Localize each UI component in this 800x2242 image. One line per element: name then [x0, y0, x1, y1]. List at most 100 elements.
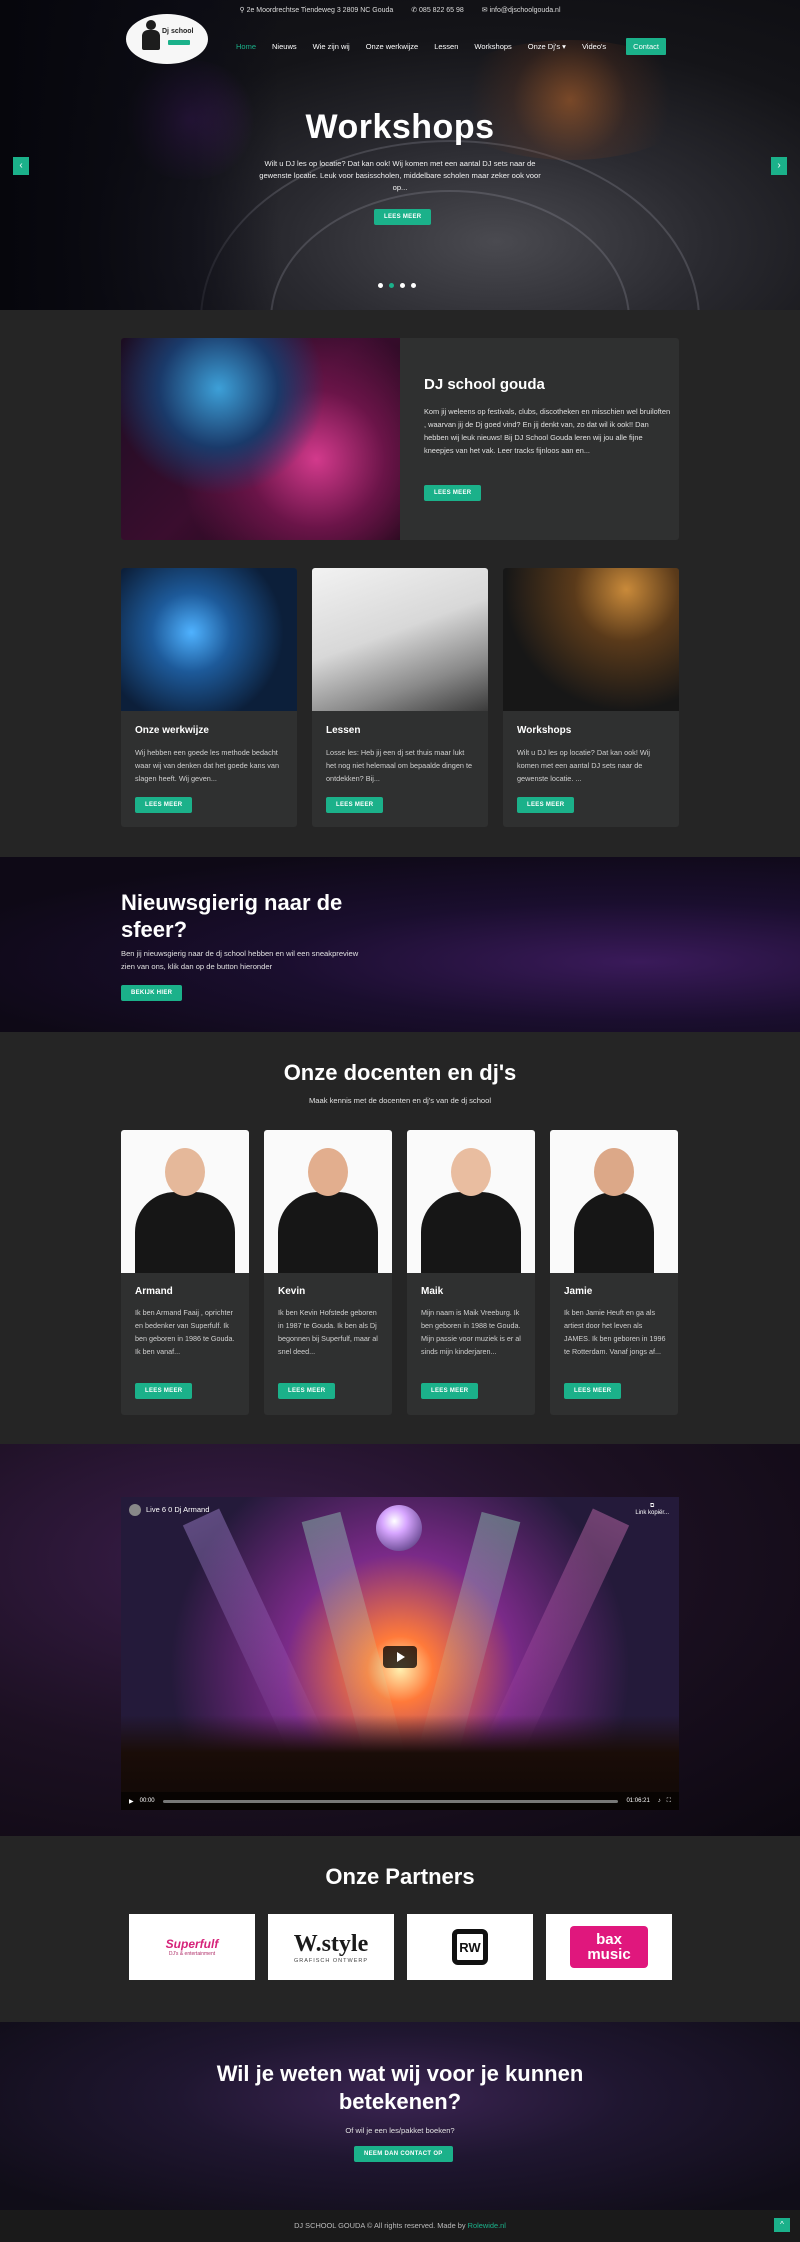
- disco-ball-image: [376, 1505, 422, 1551]
- card-workshops: Workshops Wilt u DJ les op locatie? Dat …: [503, 568, 679, 827]
- teacher-card-armand: Armand Ik ben Armand Faaij , oprichter e…: [121, 1130, 249, 1415]
- video-player[interactable]: Live 6 0 Dj Armand ⧉ Link kopiër... ▶ 00:…: [121, 1497, 679, 1810]
- nav-nieuws[interactable]: Nieuws: [272, 42, 297, 51]
- video-section: Live 6 0 Dj Armand ⧉ Link kopiër... ▶ 00:…: [0, 1444, 800, 1836]
- address: ⚲ 2e Moordrechtse Tiendeweg 3 2809 NC Go…: [239, 7, 394, 14]
- nav-home[interactable]: Home: [236, 42, 256, 51]
- nav-lessen[interactable]: Lessen: [434, 42, 458, 51]
- curious-section: Nieuwsgierig naar de sfeer? Ben jij nieu…: [0, 857, 800, 1032]
- cta-text: Of wil je een les/pakket boeken?: [345, 2126, 455, 2135]
- teacher-name: Kevin: [278, 1286, 306, 1297]
- channel-avatar: [129, 1504, 141, 1516]
- time-total: 01:06:21: [626, 1798, 650, 1804]
- nav-onze-djs[interactable]: Onze Dj's ▾: [528, 42, 566, 51]
- card-title: Lessen: [326, 725, 361, 736]
- partner-wstyle-logo[interactable]: W.style GRAFISCH ONTWERP: [268, 1914, 394, 1980]
- hero-text: Wilt u DJ les op locatie? Dat kan ook! W…: [259, 159, 541, 192]
- pioneer-turntable-image: [312, 568, 488, 711]
- footer-made-by-link[interactable]: Rolewide.nl: [468, 2221, 506, 2230]
- nav-wie-zijn-wij[interactable]: Wie zijn wij: [313, 42, 350, 51]
- curious-view-button[interactable]: BEKIJK HIER: [121, 985, 183, 1001]
- fullscreen-icon[interactable]: ⛶: [667, 1798, 671, 1805]
- slider-dots: [378, 283, 422, 288]
- curious-text: Ben jij nieuwsgierig naar de dj school h…: [121, 949, 359, 971]
- cta-section: Wil je weten wat wij voor je kunnen bete…: [0, 2022, 800, 2210]
- curious-title: Nieuwsgierig naar de sfeer?: [121, 890, 343, 942]
- teacher-text: Ik ben Jamie Heuft en ga als artiest doo…: [564, 1308, 666, 1356]
- mixer-image: [121, 568, 297, 711]
- topbar: ⚲ 2e Moordrechtse Tiendeweg 3 2809 NC Go…: [0, 6, 800, 14]
- copy-link-button[interactable]: ⧉ Link kopiër...: [635, 1503, 669, 1516]
- card-read-more-button[interactable]: LEES MEER: [135, 797, 193, 813]
- card-lessen: Lessen Losse les: Heb jij een dj set thu…: [312, 568, 488, 827]
- hero-title: Workshops: [305, 108, 495, 146]
- slider-dot-4[interactable]: [411, 283, 416, 288]
- nav-contact-button[interactable]: Contact: [626, 38, 667, 55]
- email[interactable]: ✉ info@djschoolgouda.nl: [482, 7, 561, 14]
- teacher-photo: [121, 1130, 249, 1273]
- teacher-text: Ik ben Armand Faaij , oprichter en beden…: [135, 1308, 235, 1356]
- nav-videos[interactable]: Video's: [582, 42, 606, 51]
- card-read-more-button[interactable]: LEES MEER: [326, 797, 384, 813]
- teacher-card-maik: Maik Mijn naam is Maik Vreeburg. Ik ben …: [407, 1130, 535, 1415]
- card-title: Workshops: [517, 725, 572, 736]
- copy-icon: ⧉: [650, 1503, 655, 1509]
- play-button[interactable]: [383, 1646, 417, 1668]
- video-title: Live 6 0 Dj Armand: [129, 1504, 209, 1516]
- teachers-title: Onze docenten en dj's: [283, 1060, 517, 1085]
- page: ⚲ 2e Moordrechtse Tiendeweg 3 2809 NC Go…: [0, 0, 800, 2242]
- partner-rw-logo[interactable]: RW: [407, 1914, 533, 1980]
- video-controls: ▶ 00:00 01:06:21 ♪ ⛶: [121, 1792, 679, 1810]
- teacher-photo: [550, 1130, 678, 1273]
- teacher-text: Mijn naam is Maik Vreeburg. Ik ben gebor…: [421, 1308, 521, 1356]
- scroll-to-top-icon[interactable]: ^: [774, 2218, 790, 2232]
- teacher-name: Armand: [135, 1286, 173, 1297]
- card-text: Losse les: Heb jij een dj set thuis maar…: [326, 748, 473, 783]
- teacher-read-more-button[interactable]: LEES MEER: [564, 1383, 622, 1399]
- chevron-down-icon: ▾: [562, 42, 566, 51]
- teacher-photo: [264, 1130, 392, 1273]
- featured-title: DJ school gouda: [424, 376, 545, 393]
- teacher-card-jamie: Jamie Ik ben Jamie Heuft en ga als artie…: [550, 1130, 678, 1415]
- time-current: 00:00: [139, 1798, 155, 1804]
- nav-workshops[interactable]: Workshops: [474, 42, 511, 51]
- teacher-read-more-button[interactable]: LEES MEER: [135, 1383, 193, 1399]
- slider-next-arrow-icon[interactable]: ›: [771, 157, 787, 175]
- partner-superfulf-logo[interactable]: Superfulf DJ's & entertainment: [129, 1914, 255, 1980]
- hero-read-more-button[interactable]: LEES MEER: [374, 209, 432, 225]
- teacher-name: Jamie: [564, 1286, 593, 1297]
- teacher-card-kevin: Kevin Ik ben Kevin Hofstede geboren in 1…: [264, 1130, 392, 1415]
- card-onze-werkwijze: Onze werkwijze Wij hebben een goede les …: [121, 568, 297, 827]
- slider-prev-arrow-icon[interactable]: ‹: [13, 157, 29, 175]
- featured-text: Kom jij weleens op festivals, clubs, dis…: [424, 407, 671, 455]
- volume-icon[interactable]: ♪: [658, 1798, 661, 1804]
- site-logo[interactable]: Dj school: [126, 14, 208, 64]
- slider-dot-1[interactable]: [378, 283, 383, 288]
- partner-bax-music-logo[interactable]: bax music: [546, 1914, 672, 1980]
- turntable-image: [503, 568, 679, 711]
- main-nav: Home Nieuws Wie zijn wij Onze werkwijze …: [236, 38, 682, 55]
- featured-card: DJ school gouda Kom jij weleens op festi…: [121, 338, 679, 540]
- cta-title: Wil je weten wat wij voor je kunnen bete…: [216, 2061, 584, 2114]
- teacher-read-more-button[interactable]: LEES MEER: [421, 1383, 479, 1399]
- featured-read-more-button[interactable]: LEES MEER: [424, 485, 482, 501]
- teachers-subtitle: Maak kennis met de docenten en dj's van …: [308, 1096, 492, 1105]
- card-text: Wij hebben een goede les methode bedacht…: [135, 748, 280, 783]
- teacher-read-more-button[interactable]: LEES MEER: [278, 1383, 336, 1399]
- partners-title: Onze Partners: [325, 1864, 475, 1889]
- nav-onze-werkwijze[interactable]: Onze werkwijze: [366, 42, 419, 51]
- card-text: Wilt u DJ les op locatie? Dat kan ook! W…: [517, 748, 651, 783]
- teacher-photo: [407, 1130, 535, 1273]
- slider-dot-3[interactable]: [400, 283, 405, 288]
- slider-dot-2[interactable]: [389, 283, 394, 288]
- teacher-name: Maik: [421, 1286, 444, 1297]
- hero-slider: ⚲ 2e Moordrechtse Tiendeweg 3 2809 NC Go…: [0, 0, 800, 310]
- card-read-more-button[interactable]: LEES MEER: [517, 797, 575, 813]
- card-title: Onze werkwijze: [135, 725, 209, 736]
- play-icon[interactable]: ▶: [129, 1798, 134, 1805]
- cta-contact-button[interactable]: NEEM DAN CONTACT OP: [354, 2146, 453, 2162]
- video-progress-bar[interactable]: [162, 1799, 619, 1803]
- footer-copyright: DJ SCHOOL GOUDA © All rights reserved. M…: [294, 2221, 466, 2230]
- footer: DJ SCHOOL GOUDA © All rights reserved. M…: [0, 2210, 800, 2242]
- phone[interactable]: ✆ 085 822 65 98: [411, 7, 464, 14]
